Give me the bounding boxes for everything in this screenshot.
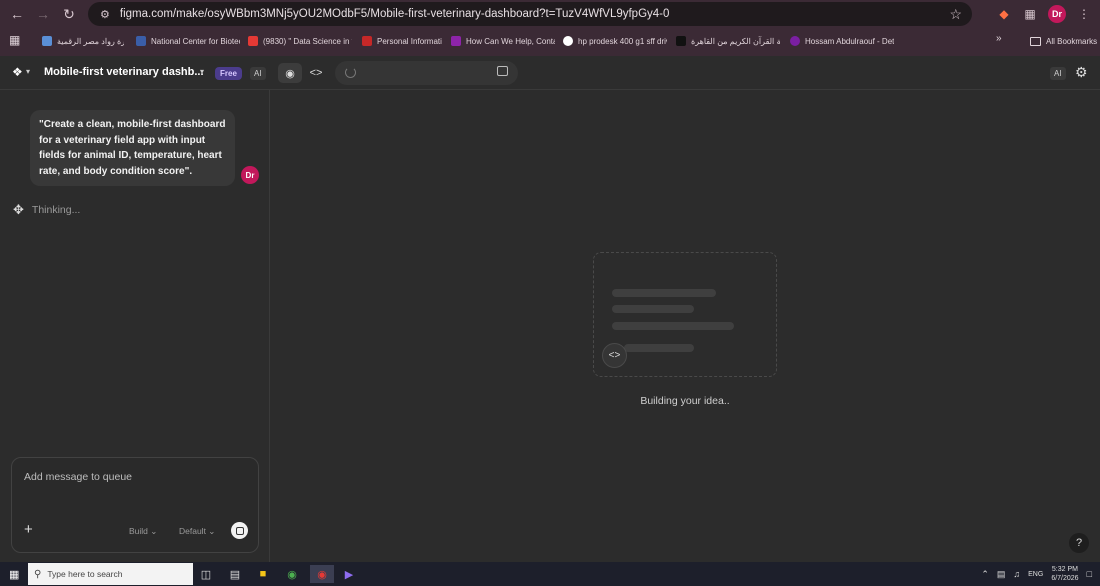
folder-icon <box>1030 36 1041 46</box>
user-message-bubble: "Create a clean, mobile-first dashboard … <box>30 110 235 186</box>
bookmark-item[interactable]: مبادرة رواد مصر الرقمية <box>42 31 124 51</box>
youtube-icon <box>248 36 258 46</box>
settings-gear-icon[interactable]: ⚙ <box>1075 64 1088 81</box>
visual-studio-icon[interactable]: ▶ <box>340 565 358 583</box>
mode-select[interactable]: Build ⌄ <box>129 526 157 537</box>
reload-button[interactable]: ↻ <box>56 1 82 27</box>
language-indicator[interactable]: ENG <box>1028 571 1043 578</box>
bookmark-favicon <box>790 36 800 46</box>
chevron-down-icon[interactable]: ▾ <box>26 67 30 76</box>
windows-taskbar: ▦ ⚲ Type here to search ◫ ▤ ■ ◉ ◉ ▶ ⌃ ▤ … <box>0 562 1100 586</box>
building-status-text: Building your idea.. <box>640 395 730 407</box>
user-avatar: Dr <box>241 166 259 184</box>
address-row: ← → ↻ ⚙ figma.com/make/osyWBbm3MNj5yOU2M… <box>0 0 1100 28</box>
skeleton-line <box>612 305 694 313</box>
bookmark-favicon <box>136 36 146 46</box>
code-icon: <> <box>309 67 323 79</box>
add-attachment-button[interactable]: + <box>24 521 33 538</box>
bookmark-favicon <box>676 36 686 46</box>
system-tray: ⌃ ▤ ♫ ENG 5:32 PM 6/7/2026 □ <box>981 562 1100 586</box>
bookmark-item[interactable]: Personal Information <box>362 31 442 51</box>
loading-spinner-icon <box>345 67 356 78</box>
back-button[interactable]: ← <box>4 1 30 27</box>
more-bookmarks-icon[interactable]: » <box>996 33 1002 44</box>
bookmark-item[interactable]: hp prodesk 400 g1 sff drive... <box>563 31 667 51</box>
bookmark-item[interactable]: إذاعة القرآن الكريم من القاهرة... <box>676 31 780 51</box>
skeleton-line <box>624 344 694 352</box>
file-explorer-icon[interactable]: ■ <box>254 565 272 583</box>
thinking-label: Thinking... <box>31 204 81 216</box>
taskbar-clock[interactable]: 5:32 PM 6/7/2026 <box>1051 565 1078 583</box>
address-bar[interactable]: ⚙ figma.com/make/osyWBbm3MNj5yOU2MOdbF5/… <box>88 2 972 26</box>
building-placeholder-card: <> <box>593 252 777 377</box>
taskbar-search[interactable]: ⚲ Type here to search <box>28 563 193 585</box>
extensions-puzzle-icon[interactable]: ▦ <box>1022 6 1038 22</box>
code-icon: <> <box>602 343 627 368</box>
message-input[interactable]: Add message to queue <box>24 471 132 483</box>
url-text: figma.com/make/osyWBbm3MNj5yOU2MOdbF5/Mo… <box>119 8 670 20</box>
bookmark-item[interactable]: How Can We Help, Contact... <box>451 31 555 51</box>
chat-panel: "Create a clean, mobile-first dashboard … <box>0 90 270 562</box>
tray-overflow-icon[interactable]: ⌃ <box>981 569 989 580</box>
bookmark-item[interactable]: Hossam Abdulraouf - Detai... <box>790 31 894 51</box>
bookmarks-bar: ▦ مبادرة رواد مصر الرقمية National Cente… <box>0 30 1100 52</box>
app-toolbar: ❖ ▾ Mobile-first veterinary dashb... ▾ F… <box>0 56 1100 90</box>
bookmark-item[interactable]: National Center for Biotech... <box>136 31 240 51</box>
browser-chrome: ← → ↻ ⚙ figma.com/make/osyWBbm3MNj5yOU2M… <box>0 0 1100 56</box>
windows-start-icon[interactable]: ▦ <box>9 568 19 581</box>
profile-avatar[interactable]: Dr <box>1048 5 1066 23</box>
plan-badge: Free <box>215 67 242 80</box>
extension-icon[interactable]: ◆ <box>996 6 1012 22</box>
volume-icon[interactable]: ♫ <box>1013 569 1020 579</box>
chrome-icon[interactable]: ◉ <box>283 565 301 583</box>
bookmark-favicon <box>42 36 52 46</box>
figma-logo-icon[interactable]: ❖ <box>12 65 23 79</box>
all-bookmarks-button[interactable]: All Bookmarks <box>1030 31 1097 51</box>
network-icon[interactable]: ▤ <box>997 569 1006 580</box>
chrome-active-icon[interactable]: ◉ <box>310 565 334 583</box>
bookmark-favicon <box>451 36 461 46</box>
browser-toolbar-right: ◆ ▦ Dr ⋮ <box>996 0 1100 28</box>
message-composer[interactable]: Add message to queue + Build ⌄ Default ⌄ <box>11 457 259 553</box>
eye-icon: ◉ <box>285 67 295 80</box>
title-chevron-down-icon[interactable]: ▾ <box>200 67 204 76</box>
bookmark-item[interactable]: (9830) " Data Science in the... <box>248 31 352 51</box>
thinking-indicator: ✥ Thinking... <box>13 202 80 218</box>
stop-button[interactable] <box>231 522 248 539</box>
bookmark-star-icon[interactable]: ☆ <box>949 6 962 23</box>
bookmark-favicon <box>362 36 372 46</box>
help-button[interactable]: ? <box>1069 533 1089 553</box>
apps-grid-icon[interactable]: ▦ <box>9 33 20 47</box>
skeleton-line <box>612 289 716 297</box>
sparkle-icon: ✥ <box>13 202 24 217</box>
ai-badge[interactable]: AI <box>250 67 266 80</box>
preview-canvas: <> Building your idea.. ? <box>271 90 1100 562</box>
forward-button[interactable]: → <box>30 1 56 27</box>
stop-icon <box>235 526 244 535</box>
notification-icon[interactable]: □ <box>1087 569 1092 579</box>
search-icon: ⚲ <box>34 568 42 580</box>
code-view-button[interactable]: <> <box>304 63 328 83</box>
google-icon <box>563 36 573 46</box>
site-info-icon[interactable]: ⚙ <box>100 8 110 21</box>
task-view-icon[interactable]: ◫ <box>197 565 215 583</box>
calendar-app-icon[interactable]: ▤ <box>226 565 244 583</box>
file-title[interactable]: Mobile-first veterinary dashb... <box>44 66 204 78</box>
open-in-new-window-icon[interactable] <box>497 66 508 76</box>
model-select[interactable]: Default ⌄ <box>179 526 215 537</box>
ai-right-badge[interactable]: AI <box>1050 67 1066 80</box>
preview-url-bar[interactable] <box>335 61 518 85</box>
browser-menu-icon[interactable]: ⋮ <box>1076 6 1092 22</box>
skeleton-line <box>612 322 734 330</box>
preview-eye-button[interactable]: ◉ <box>278 63 302 83</box>
